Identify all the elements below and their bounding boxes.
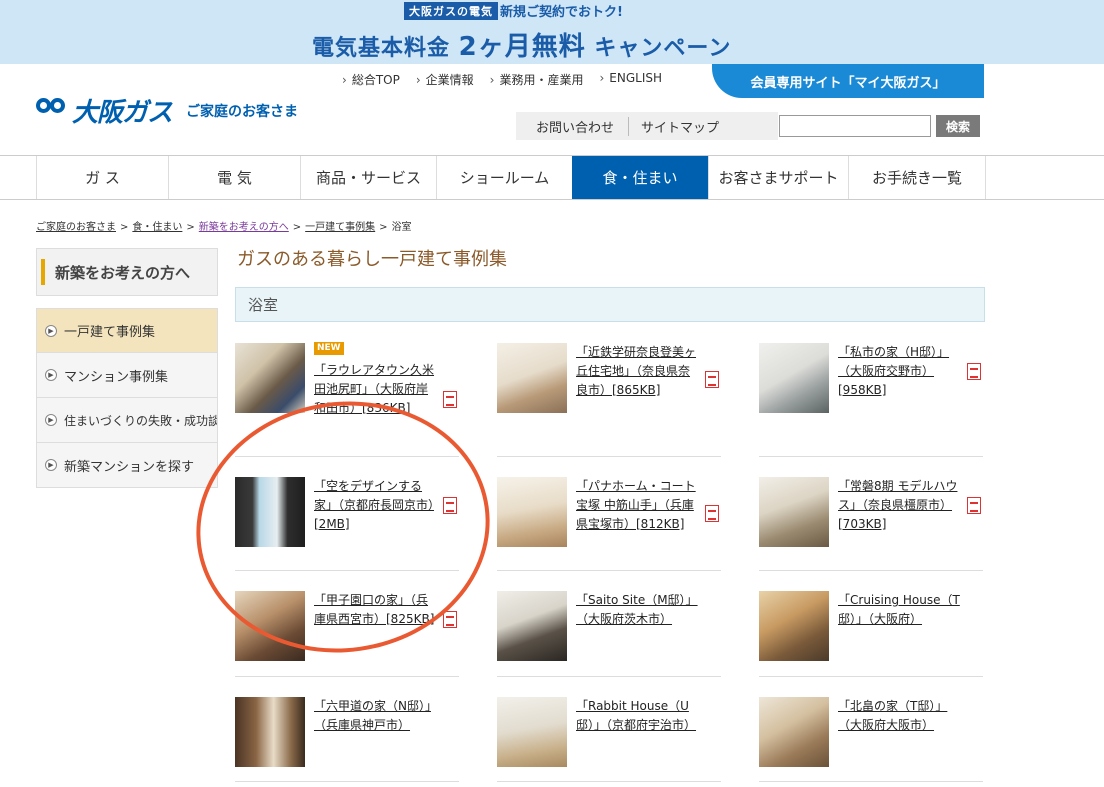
divider — [759, 570, 983, 571]
gnav-gas[interactable]: ガ ス — [36, 156, 168, 199]
gnav-procedures[interactable]: お手続き一覧 — [848, 156, 986, 199]
case-photo[interactable] — [497, 591, 567, 661]
annotation-circle — [180, 382, 506, 672]
divider — [497, 676, 721, 677]
divider — [235, 676, 459, 677]
search-button[interactable]: 検索 — [936, 115, 980, 137]
chevron-right-icon: ▶ — [45, 414, 57, 426]
breadcrumb-home[interactable]: ご家庭のお客さま — [36, 222, 116, 233]
new-badge: NEW — [314, 342, 344, 355]
member-site-button[interactable]: 会員専用サイト「マイ大阪ガス」 — [712, 64, 984, 98]
case-link[interactable]: 「常磐8期 モデルハウス」（奈良県橿原市）[703KB] — [838, 477, 960, 534]
banner-headline-prefix: 電気基本料金 — [312, 36, 459, 61]
chevron-right-icon: ▶ — [45, 459, 57, 471]
topnav-link-english[interactable]: ENGLISH — [599, 71, 662, 88]
top-nav: 総合TOP 企業情報 業務用・産業用 ENGLISH — [342, 71, 662, 88]
topnav-link-corporate[interactable]: 企業情報 — [416, 71, 474, 88]
divider — [497, 456, 721, 457]
sidebar-heading-label: 新築をお考えの方へ — [55, 263, 191, 282]
case-photo[interactable] — [497, 343, 567, 413]
case-photo[interactable] — [497, 477, 567, 547]
chevron-right-icon: ▶ — [45, 369, 57, 381]
case-photo[interactable] — [235, 697, 305, 767]
case-photo[interactable] — [759, 477, 829, 547]
divider — [759, 781, 983, 782]
site-logo[interactable]: 大阪ガス ご家庭のお客さま — [36, 92, 298, 129]
case-photo[interactable] — [497, 697, 567, 767]
sitemap-link[interactable]: サイトマップ — [628, 116, 733, 136]
divider — [759, 676, 983, 677]
pdf-icon[interactable] — [967, 363, 981, 380]
case-link[interactable]: 「私市の家（H邸）」（大阪府交野市）[958KB] — [838, 343, 960, 400]
case-link[interactable]: 「Rabbit House（U邸）」（京都府宇治市） — [576, 697, 698, 735]
banner-headline-suffix: キャンペーン — [585, 36, 732, 61]
sidebar-item-label: 住まいづくりの失敗・成功談 — [64, 413, 218, 428]
campaign-banner[interactable]: 大阪ガスの電気 新規ご契約でおトク! 電気基本料金 2ヶ月無料 キャンペーン — [0, 0, 1104, 64]
pdf-icon[interactable] — [443, 611, 457, 628]
logo-name: 大阪ガス — [72, 98, 173, 128]
section-heading: 浴室 — [235, 287, 985, 322]
gnav-support[interactable]: お客さまサポート — [708, 156, 848, 199]
divider — [235, 781, 459, 782]
breadcrumb-new-build[interactable]: 新築をお考えの方へ — [199, 222, 289, 233]
case-photo[interactable] — [759, 591, 829, 661]
global-nav: ガ ス 電 気 商品・サービス ショールーム 食・住まい お客さまサポート お手… — [0, 155, 1104, 200]
breadcrumb-house-cases[interactable]: 一戸建て事例集 — [305, 222, 375, 233]
topnav-link-top[interactable]: 総合TOP — [342, 71, 400, 88]
case-photo[interactable] — [235, 343, 305, 413]
case-link[interactable]: 「Cruising House（T邸）」（大阪府） — [838, 591, 960, 629]
osaka-gas-logo-icon — [36, 96, 70, 126]
gnav-electricity[interactable]: 電 気 — [168, 156, 300, 199]
pdf-icon[interactable] — [705, 505, 719, 522]
pdf-icon[interactable] — [967, 497, 981, 514]
topnav-link-business[interactable]: 業務用・産業用 — [490, 71, 583, 88]
banner-headline: 電気基本料金 2ヶ月無料 キャンペーン — [312, 26, 731, 63]
case-photo[interactable] — [759, 343, 829, 413]
case-link[interactable]: 「近鉄学研奈良登美ヶ丘住宅地」（奈良県奈良市）[865KB] — [576, 343, 698, 400]
chevron-right-icon: ▶ — [45, 324, 57, 337]
logo-subtitle: ご家庭のお客さま — [186, 103, 299, 120]
sidebar-item-mansion-cases[interactable]: ▶ マンション事例集 — [36, 353, 218, 398]
sidebar-heading[interactable]: 新築をお考えの方へ — [36, 248, 218, 296]
gnav-products[interactable]: 商品・サービス — [300, 156, 436, 199]
breadcrumb-current: 浴室 — [391, 222, 412, 233]
divider — [497, 570, 721, 571]
sidebar-menu: ▶ 一戸建て事例集 ▶ マンション事例集 ▶ 住まいづくりの失敗・成功談 ▶ 新築マンシ… — [36, 308, 218, 488]
utility-links: お問い合わせ サイトマップ — [516, 112, 778, 140]
sidebar-item-label: 新築マンションを探す — [64, 459, 195, 475]
sidebar-item-house-cases[interactable]: ▶ 一戸建て事例集 — [36, 308, 218, 353]
sidebar-item-label: 一戸建て事例集 — [64, 325, 156, 340]
sidebar-item-find-mansion[interactable]: ▶ 新築マンションを探す — [36, 443, 218, 488]
divider — [759, 456, 983, 457]
case-link[interactable]: 「Saito Site（M邸）」（大阪府茨木市） — [576, 591, 698, 629]
search-input[interactable] — [779, 115, 931, 137]
case-link[interactable]: 「パナホーム・コート宝塚 中筋山手」（兵庫県宝塚市）[812KB] — [576, 477, 698, 534]
case-link[interactable]: 「六甲道の家（N邸）」（兵庫県神戸市） — [314, 697, 436, 735]
page-title: ガスのある暮らし一戸建て事例集 — [237, 249, 507, 270]
pdf-icon[interactable] — [705, 371, 719, 388]
banner-tag: 大阪ガスの電気 — [404, 2, 498, 20]
banner-subtitle: 新規ご契約でおトク! — [500, 5, 623, 20]
divider — [497, 781, 721, 782]
pdf-icon[interactable] — [443, 391, 457, 408]
breadcrumb: ご家庭のお客さま > 食・住まい > 新築をお考えの方へ > 一戸建て事例集 > 浴室 — [36, 222, 412, 233]
breadcrumb-food-housing[interactable]: 食・住まい — [132, 222, 182, 233]
case-link[interactable]: 「北畠の家（T邸）」（大阪府大阪市） — [838, 697, 960, 735]
sidebar-item-stories[interactable]: ▶ 住まいづくりの失敗・成功談 — [36, 398, 218, 443]
gnav-showroom[interactable]: ショールーム — [436, 156, 572, 199]
sidebar-item-label: マンション事例集 — [64, 369, 169, 385]
contact-link[interactable]: お問い合わせ — [516, 117, 628, 136]
banner-headline-big: 2ヶ月無料 — [458, 32, 586, 62]
gnav-food-housing[interactable]: 食・住まい — [572, 156, 708, 199]
case-photo[interactable] — [759, 697, 829, 767]
